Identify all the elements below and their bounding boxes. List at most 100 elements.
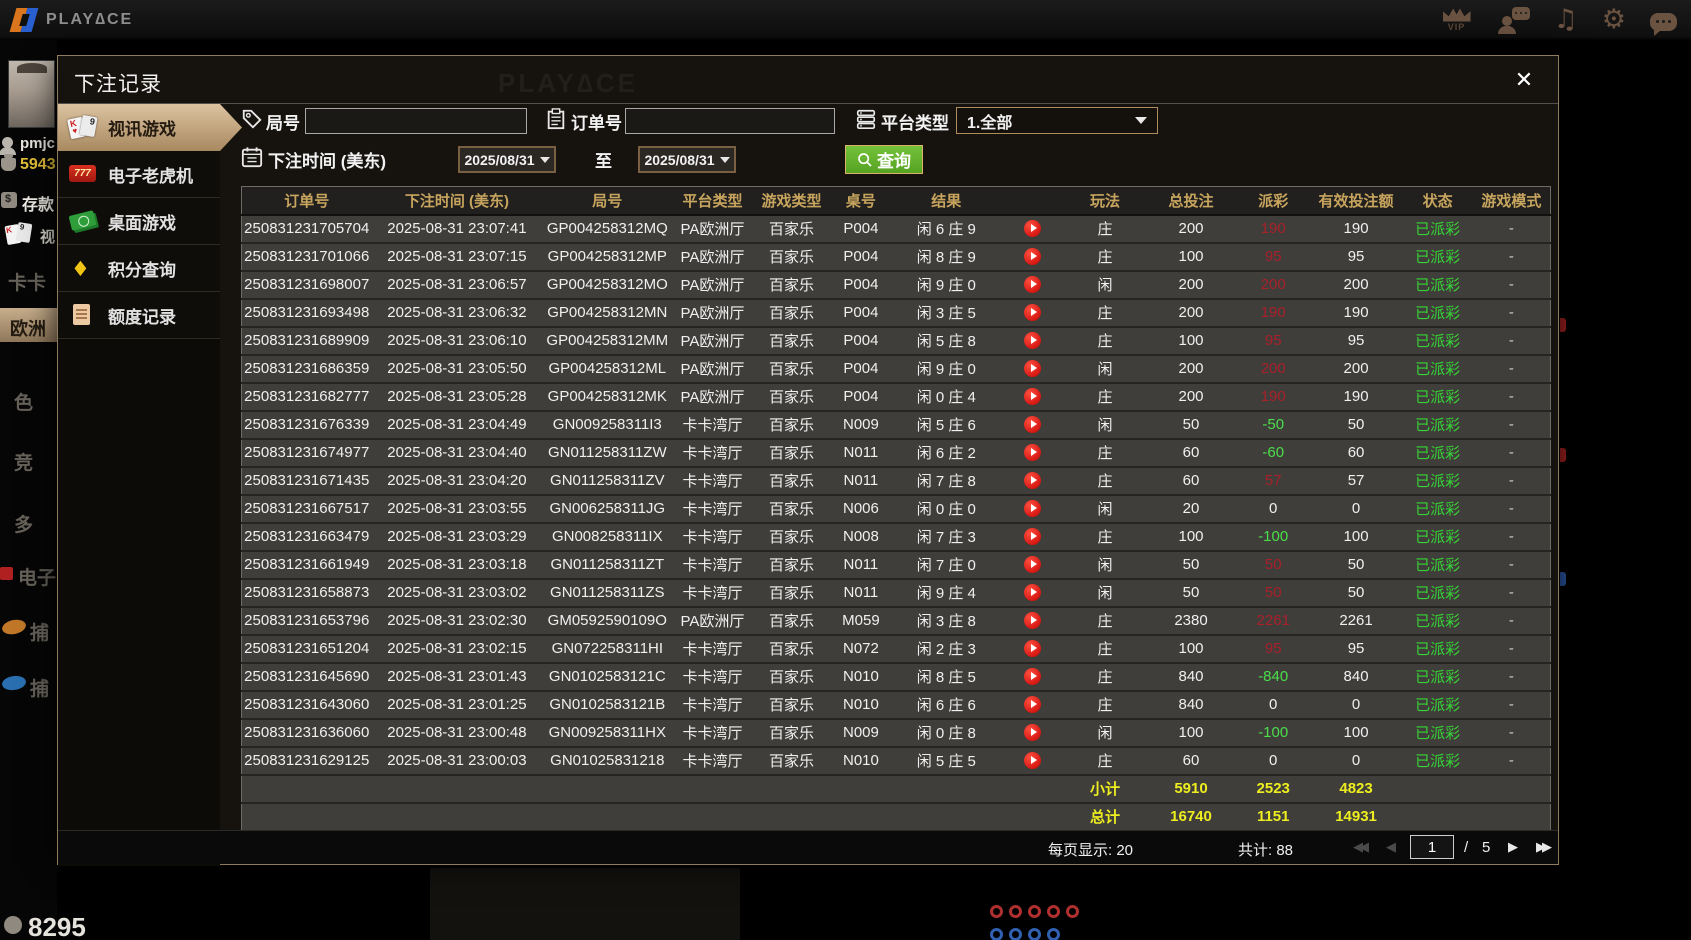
game-mode-cell: - <box>1472 634 1551 664</box>
first-page-icon[interactable]: ◀◀ <box>1353 840 1369 855</box>
empty-cell <box>542 774 673 804</box>
replay-play-icon[interactable] <box>1024 640 1042 658</box>
platform-cell: PA欧洲厅 <box>672 354 753 384</box>
status-cell: 已派彩 <box>1402 354 1473 384</box>
order-number-input[interactable] <box>625 108 835 134</box>
table-number-cell: N010 <box>830 662 892 692</box>
lobby-video-tab[interactable]: 视 <box>40 226 55 247</box>
replay-play-icon[interactable] <box>1024 220 1042 238</box>
replay-play-icon[interactable] <box>1024 696 1042 714</box>
bet-time-cell: 2025-08-31 23:03:55 <box>371 494 543 524</box>
replay-play-icon[interactable] <box>1024 360 1042 378</box>
replay-play-icon[interactable] <box>1024 416 1042 434</box>
date-to-picker[interactable]: 2025/08/31 <box>638 146 736 173</box>
replay-play-icon[interactable] <box>1024 332 1042 350</box>
result-cell: 闲 9 庄 0 <box>891 354 1002 384</box>
playace-logo[interactable]: PLAY∆CE <box>9 7 133 33</box>
round-number-cell: GN072258311HI <box>542 634 673 664</box>
total-count-label: 共计: 88 <box>1238 842 1294 859</box>
platform-cell: 卡卡湾厅 <box>672 746 753 776</box>
valid-bet-cell: 200 <box>1309 270 1403 300</box>
table-row: 250831231645690 2025-08-31 23:01:43 GN0102… <box>241 662 1551 692</box>
platform-cell: 卡卡湾厅 <box>672 438 753 468</box>
bet-type-cell: 闲 <box>1064 718 1146 748</box>
replay-play-icon[interactable] <box>1024 584 1042 602</box>
replay-play-icon[interactable] <box>1024 556 1042 574</box>
lobby-menu-fishing-1[interactable]: 捕 <box>30 618 49 645</box>
order-number-cell: 250831231698007 <box>241 270 372 300</box>
replay-cell <box>1001 606 1065 636</box>
round-number-cell: GN011258311ZS <box>542 578 673 608</box>
username-label: pmjc <box>20 135 56 152</box>
bet-type-cell: 庄 <box>1064 662 1146 692</box>
game-mode-cell: - <box>1472 550 1551 580</box>
slot-777-icon: 777 <box>68 161 98 187</box>
replay-play-icon[interactable] <box>1024 500 1042 518</box>
payout-cell: 0 <box>1236 690 1310 720</box>
platform-list-icon <box>856 109 876 129</box>
table-number-cell: N011 <box>830 466 892 496</box>
chat-icon[interactable] <box>1650 13 1677 36</box>
lobby-menu-fishing-2[interactable]: 捕 <box>30 674 49 701</box>
grand-total-row: 总计 16740 1151 14931 <box>241 802 1551 832</box>
tab-slots[interactable]: 777 电子老虎机 <box>58 151 220 198</box>
bet-time-label: 下注时间 (美东) <box>268 152 387 171</box>
replay-play-icon[interactable] <box>1024 444 1042 462</box>
bet-time-cell: 2025-08-31 23:00:48 <box>371 718 543 748</box>
replay-play-icon[interactable] <box>1024 724 1042 742</box>
lobby-menu-jing[interactable]: 竞 <box>14 448 33 475</box>
round-number-input[interactable] <box>305 108 527 134</box>
bet-type-cell: 庄 <box>1064 466 1146 496</box>
replay-play-icon[interactable] <box>1024 752 1042 770</box>
total-bet-cell: 200 <box>1145 354 1237 384</box>
platform-type-select[interactable]: 1.全部 <box>956 107 1158 134</box>
tab-live-games[interactable]: 视讯游戏 <box>58 104 242 151</box>
valid-bet-cell: 57 <box>1309 466 1403 496</box>
replay-play-icon[interactable] <box>1024 528 1042 546</box>
replay-play-icon[interactable] <box>1024 388 1042 406</box>
page-number-input[interactable]: 1 <box>1410 835 1454 859</box>
platform-cell: 卡卡湾厅 <box>672 466 753 496</box>
replay-play-icon[interactable] <box>1024 276 1042 294</box>
fish-blue-icon <box>1 674 27 692</box>
lobby-menu-kaka[interactable]: 卡卡 <box>8 268 46 295</box>
lobby-menu-slots[interactable]: 电子 <box>18 563 56 590</box>
round-number-cell: GN011258311ZT <box>542 550 673 580</box>
replay-play-icon[interactable] <box>1024 668 1042 686</box>
modal-footer: 每页显示: 20 共计: 88 ◀◀ ◀ 1 / 5 ▶ ▶▶ <box>58 830 1558 864</box>
deposit-button[interactable]: 存款 <box>22 191 54 215</box>
close-icon[interactable]: ✕ <box>1510 66 1538 94</box>
game-type-cell: 百家乐 <box>752 746 831 776</box>
tab-table-games[interactable]: 桌面游戏 <box>58 198 220 245</box>
search-icon <box>858 152 872 167</box>
query-button[interactable]: 查询 <box>845 145 923 174</box>
platform-cell: 卡卡湾厅 <box>672 578 753 608</box>
last-page-icon[interactable]: ▶▶ <box>1536 840 1552 855</box>
table-row: 250831231671435 2025-08-31 23:04:20 GN0112… <box>241 466 1551 496</box>
replay-play-icon[interactable] <box>1024 248 1042 266</box>
lobby-menu-duo[interactable]: 多 <box>14 510 33 537</box>
user-avatar[interactable] <box>8 60 55 128</box>
payout-cell: 200 <box>1236 354 1310 384</box>
prev-page-icon[interactable]: ◀ <box>1386 840 1396 855</box>
payout-cell: 0 <box>1236 746 1310 776</box>
status-cell: 已派彩 <box>1402 214 1473 244</box>
round-number-cell: GN011258311ZV <box>542 466 673 496</box>
customer-support-icon[interactable] <box>1497 6 1530 34</box>
platform-cell: 卡卡湾厅 <box>672 494 753 524</box>
tab-points-query[interactable]: ♦ 积分查询 <box>58 245 220 292</box>
replay-play-icon[interactable] <box>1024 472 1042 490</box>
replay-play-icon[interactable] <box>1024 304 1042 322</box>
bet-time-cell: 2025-08-31 23:00:03 <box>371 746 543 776</box>
replay-play-icon[interactable] <box>1024 612 1042 630</box>
music-icon[interactable]: ♫ <box>1554 6 1578 34</box>
tab-quota-records[interactable]: 额度记录 <box>58 292 220 339</box>
next-page-icon[interactable]: ▶ <box>1508 840 1518 855</box>
total-bet-cell: 50 <box>1145 550 1237 580</box>
lobby-menu-se[interactable]: 色 <box>14 388 33 415</box>
date-from-picker[interactable]: 2025/08/31 <box>458 146 556 173</box>
vip-icon[interactable]: VIP <box>1440 8 1474 32</box>
settings-gear-icon[interactable]: ⚙ <box>1602 6 1626 34</box>
result-cell: 闲 5 庄 6 <box>891 410 1002 440</box>
game-type-cell: 百家乐 <box>752 690 831 720</box>
